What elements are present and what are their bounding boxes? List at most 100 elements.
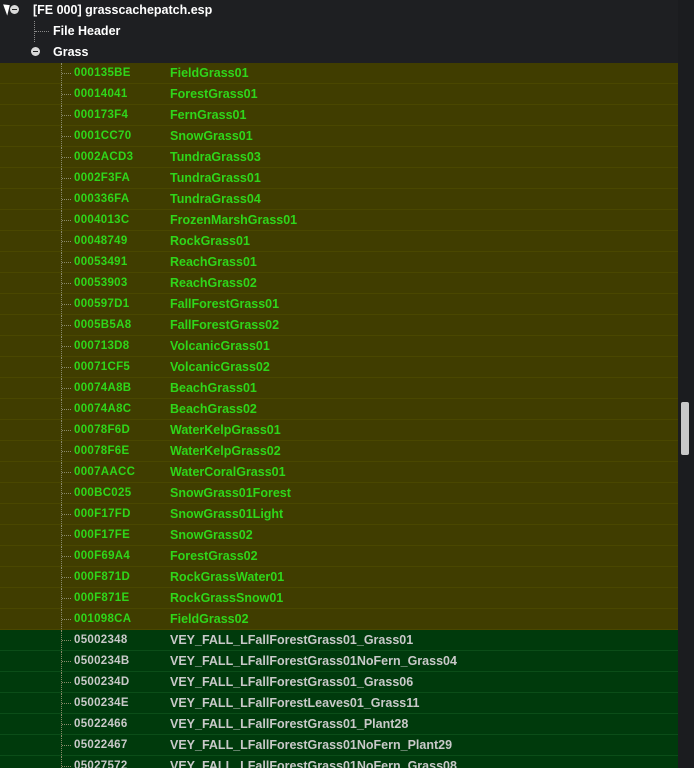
tree-connector — [62, 472, 71, 473]
editor-id: TundraGrass01 — [170, 171, 261, 185]
record-row[interactable]: 000336FA TundraGrass04 — [0, 189, 678, 210]
editor-id: ForestGrass01 — [170, 87, 258, 101]
collapse-toggle-icon[interactable] — [31, 47, 40, 56]
scrollbar-thumb[interactable] — [681, 402, 689, 455]
tree-connector — [62, 346, 71, 347]
record-row[interactable]: 000713D8 VolcanicGrass01 — [0, 336, 678, 357]
tree-connector — [62, 325, 71, 326]
record-row[interactable]: 00053491 ReachGrass01 — [0, 252, 678, 273]
record-row[interactable]: 001098CA FieldGrass02 — [0, 609, 678, 630]
form-id: 000597D1 — [74, 298, 130, 310]
record-row[interactable]: 000BC025 SnowGrass01Forest — [0, 483, 678, 504]
form-id: 000135BE — [74, 67, 131, 79]
form-id: 0500234D — [74, 676, 130, 688]
record-row[interactable]: 0004013C FrozenMarshGrass01 — [0, 210, 678, 231]
tree-connector — [62, 598, 71, 599]
tree-connector — [62, 514, 71, 515]
tree-connector — [62, 577, 71, 578]
form-id: 0500234B — [74, 655, 130, 667]
form-id: 00053903 — [74, 277, 128, 289]
tree-connector — [62, 640, 71, 641]
record-row[interactable]: 0002ACD3 TundraGrass03 — [0, 147, 678, 168]
form-id: 0500234E — [74, 697, 129, 709]
tree-connector — [62, 724, 71, 725]
record-row[interactable]: 0500234B VEY_FALL_LFallForestGrass01NoFer… — [0, 651, 678, 672]
editor-id: WaterCoralGrass01 — [170, 465, 286, 479]
form-id: 00074A8C — [74, 403, 132, 415]
tree-connector — [62, 409, 71, 410]
tree-connector — [62, 661, 71, 662]
record-row[interactable]: 00074A8B BeachGrass01 — [0, 378, 678, 399]
record-row[interactable]: 000597D1 FallForestGrass01 — [0, 294, 678, 315]
tree-connector — [62, 367, 71, 368]
form-id: 00071CF5 — [74, 361, 131, 373]
editor-id: VEY_FALL_LFallForestGrass01_Grass06 — [170, 675, 414, 689]
form-id: 05022467 — [74, 739, 128, 751]
form-id: 00053491 — [74, 256, 128, 268]
editor-id: ForestGrass02 — [170, 549, 258, 563]
tree-connector — [62, 766, 71, 767]
file-header-label: File Header — [53, 24, 121, 38]
tree-root-row[interactable]: [FE 000] grasscachepatch.esp — [0, 0, 678, 21]
form-id: 0002ACD3 — [74, 151, 134, 163]
tree-connector — [62, 430, 71, 431]
tree-connector — [62, 283, 71, 284]
record-row[interactable]: 000F69A4 ForestGrass02 — [0, 546, 678, 567]
editor-id: VEY_FALL_LFallForestGrass01NoFern_Grass0… — [170, 654, 457, 668]
grass-group-row[interactable]: Grass — [0, 42, 678, 63]
editor-id: FieldGrass01 — [170, 66, 249, 80]
record-row[interactable]: 00078F6D WaterKelpGrass01 — [0, 420, 678, 441]
editor-id: VEY_FALL_LFallForestLeaves01_Grass11 — [170, 696, 420, 710]
record-row[interactable]: 00048749 RockGrass01 — [0, 231, 678, 252]
record-row[interactable]: 0001CC70 SnowGrass01 — [0, 126, 678, 147]
record-row[interactable]: 000173F4 FernGrass01 — [0, 105, 678, 126]
tree-connector — [62, 682, 71, 683]
record-row[interactable]: 05027572 VEY_FALL_LFallForestGrass01NoFer… — [0, 756, 678, 768]
editor-id: VEY_FALL_LFallForestGrass01_Grass01 — [170, 633, 414, 647]
form-id: 0002F3FA — [74, 172, 131, 184]
form-id: 000713D8 — [74, 340, 130, 352]
record-row[interactable]: 0500234D VEY_FALL_LFallForestGrass01_Gras… — [0, 672, 678, 693]
tree-connector — [62, 178, 71, 179]
form-id: 000173F4 — [74, 109, 129, 121]
record-row[interactable]: 00074A8C BeachGrass02 — [0, 399, 678, 420]
file-header-row[interactable]: File Header — [0, 21, 678, 42]
editor-id: FallForestGrass01 — [170, 297, 280, 311]
group-label: Grass — [53, 45, 89, 59]
record-row[interactable]: 000F17FE SnowGrass02 — [0, 525, 678, 546]
green-record-list: 05002348 VEY_FALL_LFallForestGrass01_Gras… — [0, 630, 678, 768]
vertical-scrollbar[interactable] — [678, 0, 694, 768]
editor-id: FrozenMarshGrass01 — [170, 213, 298, 227]
record-row[interactable]: 05002348 VEY_FALL_LFallForestGrass01_Gras… — [0, 630, 678, 651]
record-row[interactable]: 000F871E RockGrassSnow01 — [0, 588, 678, 609]
form-id: 05022466 — [74, 718, 128, 730]
record-row[interactable]: 05022466 VEY_FALL_LFallForestGrass01_Plan… — [0, 714, 678, 735]
editor-id: BeachGrass01 — [170, 381, 257, 395]
editor-id: SnowGrass02 — [170, 528, 253, 542]
record-row[interactable]: 0005B5A8 FallForestGrass02 — [0, 315, 678, 336]
editor-id: RockGrassWater01 — [170, 570, 285, 584]
editor-id: VolcanicGrass02 — [170, 360, 270, 374]
record-row[interactable]: 000F17FD SnowGrass01Light — [0, 504, 678, 525]
tree-connector — [62, 262, 71, 263]
record-row[interactable]: 05022467 VEY_FALL_LFallForestGrass01NoFer… — [0, 735, 678, 756]
record-row[interactable]: 00014041 ForestGrass01 — [0, 84, 678, 105]
form-id: 00078F6E — [74, 445, 130, 457]
record-row[interactable]: 00071CF5 VolcanicGrass02 — [0, 357, 678, 378]
record-row[interactable]: 000F871D RockGrassWater01 — [0, 567, 678, 588]
editor-id: SnowGrass01Forest — [170, 486, 291, 500]
record-row[interactable]: 00078F6E WaterKelpGrass02 — [0, 441, 678, 462]
form-id: 000F871D — [74, 571, 131, 583]
record-row[interactable]: 00053903 ReachGrass02 — [0, 273, 678, 294]
record-row[interactable]: 0500234E VEY_FALL_LFallForestLeaves01_Gra… — [0, 693, 678, 714]
editor-id: VEY_FALL_LFallForestGrass01_Plant28 — [170, 717, 409, 731]
tree-connector — [35, 31, 49, 32]
form-id: 00048749 — [74, 235, 128, 247]
record-row[interactable]: 0007AACC WaterCoralGrass01 — [0, 462, 678, 483]
editor-id: TundraGrass03 — [170, 150, 261, 164]
form-id: 000BC025 — [74, 487, 132, 499]
tree-connector — [62, 493, 71, 494]
record-row[interactable]: 0002F3FA TundraGrass01 — [0, 168, 678, 189]
form-id: 000F871E — [74, 592, 130, 604]
record-row[interactable]: 000135BE FieldGrass01 — [0, 63, 678, 84]
